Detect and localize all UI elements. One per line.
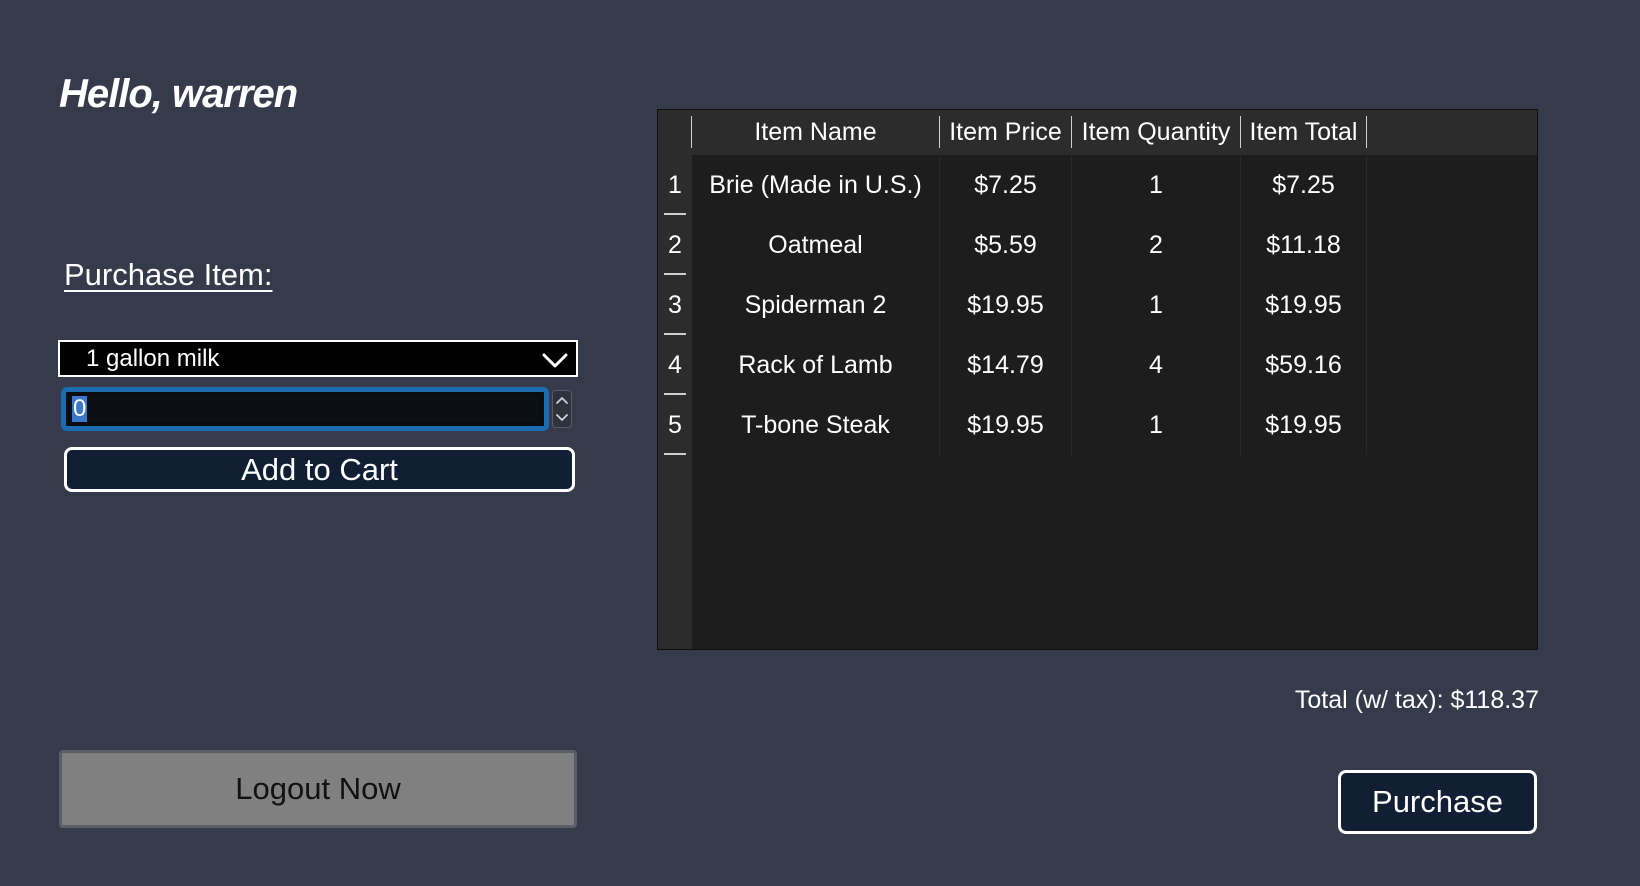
cell-item-total[interactable]: $19.95 xyxy=(1241,275,1366,335)
table-header-row: Item Name Item Price Item Quantity Item … xyxy=(658,110,1537,155)
table-row[interactable]: 3 Spiderman 2 $19.95 1 $19.95 xyxy=(658,275,1537,335)
item-select[interactable]: 1 gallon milk xyxy=(58,340,578,377)
cell-item-name[interactable]: T-bone Steak xyxy=(692,395,939,455)
cell-item-total[interactable]: $7.25 xyxy=(1241,155,1366,215)
cell-item-quantity[interactable]: 2 xyxy=(1072,215,1240,275)
chevron-down-small-icon xyxy=(556,414,568,421)
cell-item-price[interactable]: $19.95 xyxy=(940,395,1071,455)
cell-item-price[interactable]: $7.25 xyxy=(940,155,1071,215)
table-row[interactable]: 5 T-bone Steak $19.95 1 $19.95 xyxy=(658,395,1537,455)
stepper-down-button[interactable] xyxy=(553,409,571,427)
table-row[interactable]: 4 Rack of Lamb $14.79 4 $59.16 xyxy=(658,335,1537,395)
column-header-item-name[interactable]: Item Name xyxy=(692,110,939,155)
column-header-item-total[interactable]: Item Total xyxy=(1241,110,1366,155)
cell-item-name[interactable]: Oatmeal xyxy=(692,215,939,275)
cell-item-price[interactable]: $14.79 xyxy=(940,335,1071,395)
quantity-value: 0 xyxy=(72,395,88,422)
header-separator xyxy=(1366,116,1367,148)
purchase-button[interactable]: Purchase xyxy=(1338,770,1537,834)
quantity-input-frame[interactable]: 0 xyxy=(61,387,549,431)
cell-item-price[interactable]: $5.59 xyxy=(940,215,1071,275)
cell-item-total[interactable]: $11.18 xyxy=(1241,215,1366,275)
row-number: 3 xyxy=(668,290,682,319)
table-row[interactable]: 1 Brie (Made in U.S.) $7.25 1 $7.25 xyxy=(658,155,1537,215)
cell-item-quantity[interactable]: 1 xyxy=(1072,395,1240,455)
cell-item-quantity[interactable]: 1 xyxy=(1072,155,1240,215)
cart-table[interactable]: Item Name Item Price Item Quantity Item … xyxy=(657,109,1538,650)
item-select-value: 1 gallon milk xyxy=(86,344,220,372)
chevron-down-icon xyxy=(542,353,568,368)
cell-item-total[interactable]: $59.16 xyxy=(1241,335,1366,395)
logout-button[interactable]: Logout Now xyxy=(59,750,577,828)
column-header-item-price[interactable]: Item Price xyxy=(940,110,1071,155)
cell-item-name[interactable]: Brie (Made in U.S.) xyxy=(692,155,939,215)
greeting-title: Hello, warren xyxy=(59,72,298,116)
cell-item-price[interactable]: $19.95 xyxy=(940,275,1071,335)
row-number: 2 xyxy=(668,230,682,259)
cell-item-total[interactable]: $19.95 xyxy=(1241,395,1366,455)
purchase-item-label: Purchase Item: xyxy=(64,257,273,292)
cell-item-quantity[interactable]: 1 xyxy=(1072,275,1240,335)
cell-item-quantity[interactable]: 4 xyxy=(1072,335,1240,395)
table-row[interactable]: 2 Oatmeal $5.59 2 $11.18 xyxy=(658,215,1537,275)
column-header-item-quantity[interactable]: Item Quantity xyxy=(1072,110,1240,155)
row-number: 4 xyxy=(668,350,682,379)
add-to-cart-button[interactable]: Add to Cart xyxy=(64,447,575,492)
quantity-stepper[interactable] xyxy=(552,390,572,428)
quantity-input[interactable]: 0 xyxy=(70,396,540,422)
row-number: 1 xyxy=(668,170,682,199)
total-with-tax: Total (w/ tax): $118.37 xyxy=(1294,686,1539,714)
cell-item-name[interactable]: Rack of Lamb xyxy=(692,335,939,395)
cell-item-name[interactable]: Spiderman 2 xyxy=(692,275,939,335)
chevron-up-icon xyxy=(556,397,568,404)
stepper-up-button[interactable] xyxy=(553,391,571,409)
row-divider xyxy=(664,453,686,455)
row-number: 5 xyxy=(668,410,682,439)
